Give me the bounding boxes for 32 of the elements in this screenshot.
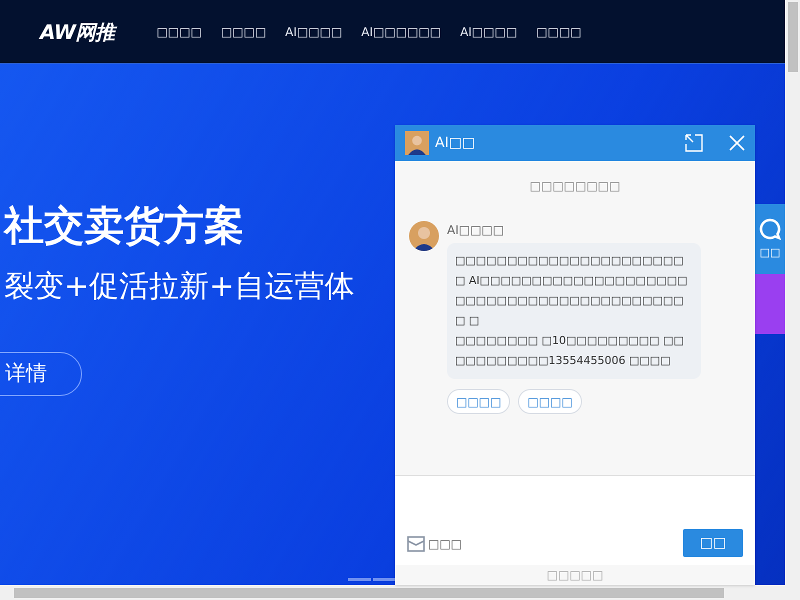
send-button[interactable]: □□ [683,529,743,557]
chat-title: AI□□ [435,134,476,152]
details-button[interactable]: 详情 [0,352,82,396]
chat-bubble-icon [758,216,782,241]
horizontal-scrollbar[interactable] [0,585,800,600]
message-text: □□□□□□□□□□□□□□□□□□□□□□□ AI□□□□□□□□□□□□□□□□□□□□□□□□□□□□□□□□□□□□□□□□□□□ □ [455,253,689,329]
sender-name: AI□□□□ [447,222,506,239]
nav-link[interactable]: AI□□□□□□ [361,22,442,40]
avatar-icon [409,221,439,251]
nav-link[interactable]: □□□□ [536,22,582,40]
expand-icon[interactable] [685,134,703,152]
close-icon[interactable] [729,135,745,151]
hero-title: 社交卖货方案 [2,206,244,246]
carousel-indicator[interactable] [373,578,396,581]
nav-link[interactable]: AI□□□□ [460,22,518,40]
chat-notice: □□□□□□□□ [528,178,622,195]
message-text: □□□□□□□□ □10□□□□□□□□□ □□□□□□□□□□□13554455006 □□□□ [455,333,685,369]
vertical-scrollbar[interactable] [785,0,800,585]
side-widget[interactable]: □□ [755,204,785,274]
input-field[interactable]: □□□ □□ [395,475,755,565]
nav-link[interactable]: □□□□ [220,22,266,40]
banner-graphic [755,274,785,334]
chat-footer: □□□□□ [395,565,755,585]
quick-reply-button[interactable]: □□□□ [447,389,510,414]
mail-icon[interactable] [407,536,425,552]
nav-link[interactable]: □□□□ [156,22,202,40]
avatar-icon [405,131,429,155]
message-label: □□□ [428,536,462,553]
hero-subtitle: 裂变+促活拉新+自运营体 [3,272,354,302]
quick-reply-button[interactable]: □□□□ [518,389,582,414]
widget-label: □□ [760,244,780,261]
nav-link[interactable]: AI□□□□ [285,22,342,40]
